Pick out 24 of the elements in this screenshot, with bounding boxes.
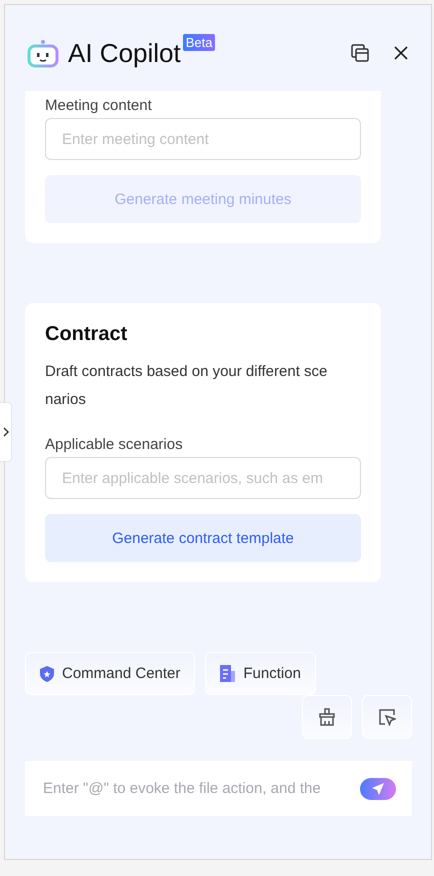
input-field[interactable]: Enter applicable scenarios, such as em xyxy=(45,457,361,499)
send-button[interactable] xyxy=(360,778,396,800)
beta-badge: Beta xyxy=(182,34,216,51)
broom-icon xyxy=(318,708,336,726)
shield-icon xyxy=(40,666,54,682)
document-icon xyxy=(220,665,236,682)
expand-tab[interactable] xyxy=(0,402,12,462)
shortcut-chip[interactable]: Function xyxy=(205,652,316,695)
input-field[interactable]: Enter meeting content xyxy=(45,118,361,160)
field-label: Applicable scenarios xyxy=(45,436,184,453)
chevron-icon xyxy=(2,427,10,437)
field-label: Meeting content xyxy=(45,97,153,114)
broom-button[interactable] xyxy=(302,695,352,739)
generate-button[interactable]: Generate contract template xyxy=(45,514,361,562)
message-box[interactable]: Enter "@" to evoke the file action, and the xyxy=(25,761,412,816)
select-button[interactable] xyxy=(362,695,412,739)
send-icon xyxy=(371,782,385,796)
card-title: Contract xyxy=(45,323,128,346)
app-title: AI Copilot xyxy=(68,38,181,68)
card-description: Draft contracts based on your different scenarios xyxy=(45,362,328,410)
shortcut-chip[interactable]: Command Center xyxy=(25,652,196,695)
window-icon[interactable] xyxy=(349,42,371,64)
robot-logo-icon xyxy=(26,38,60,68)
cursor-select-icon xyxy=(378,708,396,726)
